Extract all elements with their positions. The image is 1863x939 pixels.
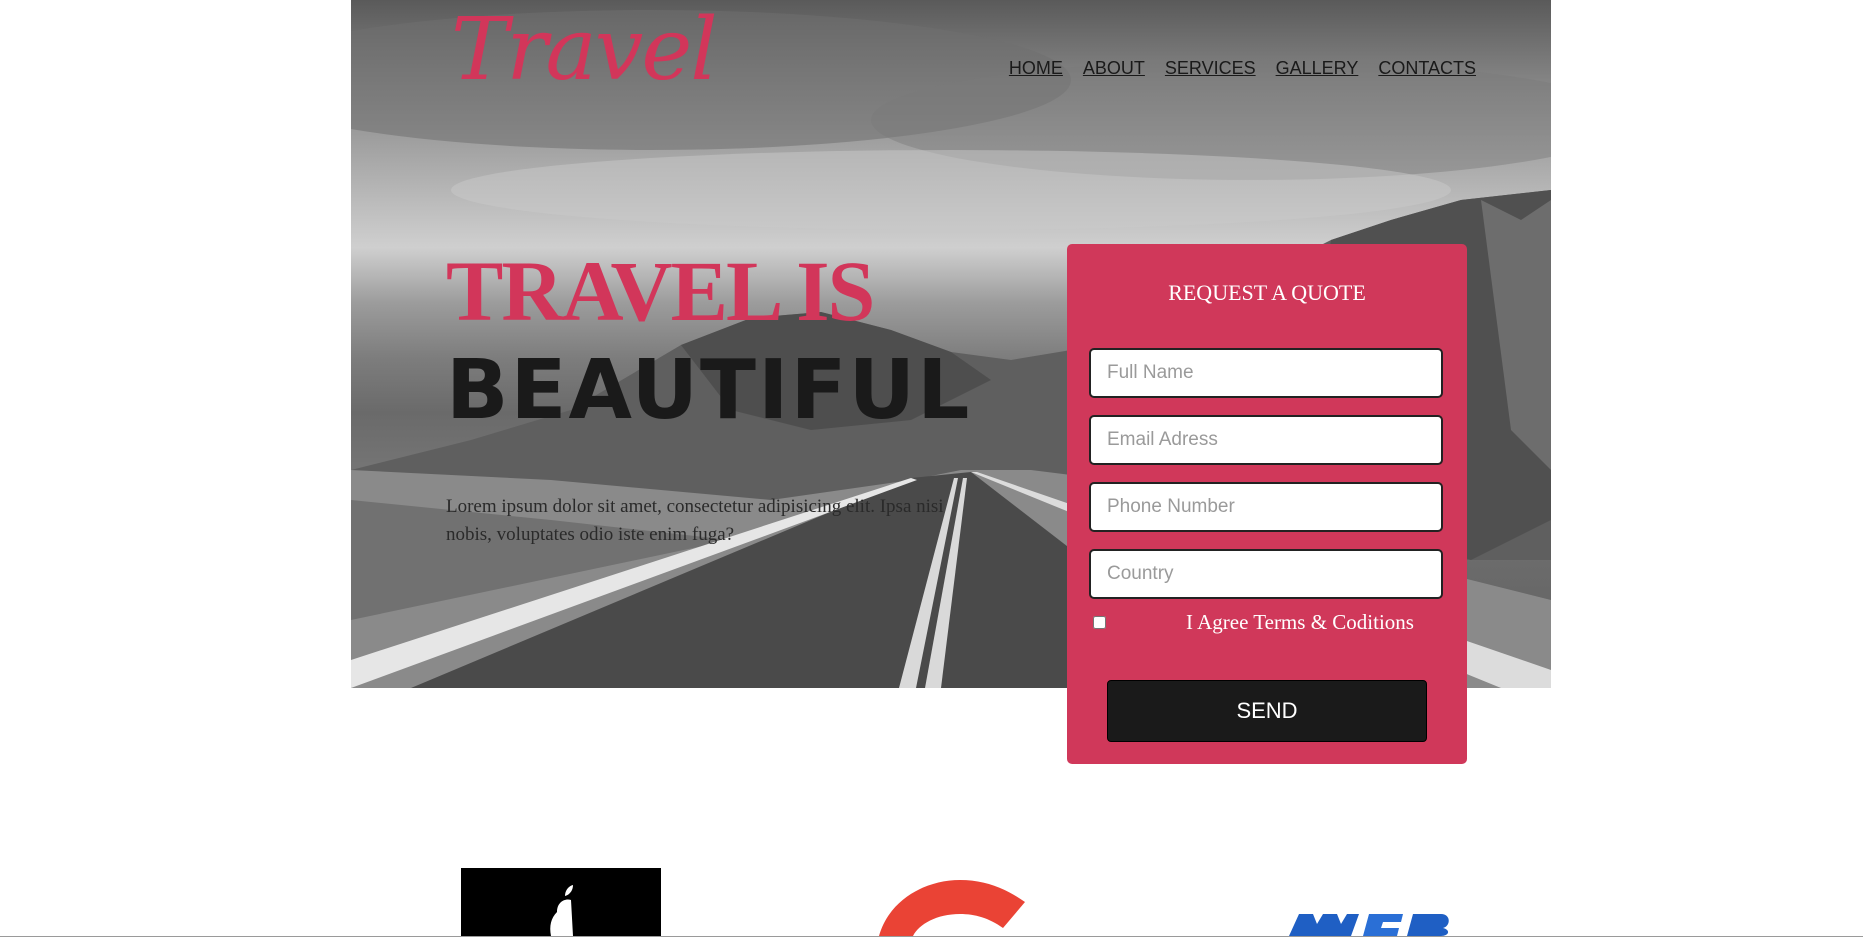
nav-services[interactable]: SERVICES (1165, 58, 1256, 79)
nav-home[interactable]: HOME (1009, 58, 1063, 79)
nav-gallery[interactable]: GALLERY (1276, 58, 1359, 79)
apple-logo-icon (461, 868, 661, 936)
page-divider (0, 936, 1863, 937)
hero-description: Lorem ipsum dolor sit amet, consectetur … (446, 496, 944, 545)
google-logo-icon (875, 880, 1035, 936)
phone-input[interactable] (1089, 482, 1443, 532)
web-logo-icon (1285, 910, 1455, 936)
full-name-input[interactable] (1089, 348, 1443, 398)
send-button[interactable]: SEND (1107, 680, 1427, 742)
terms-label: I Agree Terms & Coditions (1186, 610, 1414, 634)
form-title: REQUEST A QUOTE (1168, 280, 1366, 305)
nav-contacts[interactable]: CONTACTS (1378, 58, 1476, 79)
request-quote-form: REQUEST A QUOTE I Agree Terms & Codition… (1067, 244, 1467, 764)
nav-about[interactable]: ABOUT (1083, 58, 1145, 79)
hero-headline-line2: BEAUTIFUL (446, 343, 972, 438)
main-nav: HOME ABOUT SERVICES GALLERY CONTACTS (1009, 58, 1476, 79)
terms-row: I Agree Terms & Coditions (1093, 610, 1414, 635)
terms-checkbox[interactable] (1093, 616, 1106, 629)
country-input[interactable] (1089, 549, 1443, 599)
email-input[interactable] (1089, 415, 1443, 465)
site-logo[interactable]: Travel (451, 0, 718, 100)
hero-headline-line1: TRAVEL IS (446, 243, 875, 339)
